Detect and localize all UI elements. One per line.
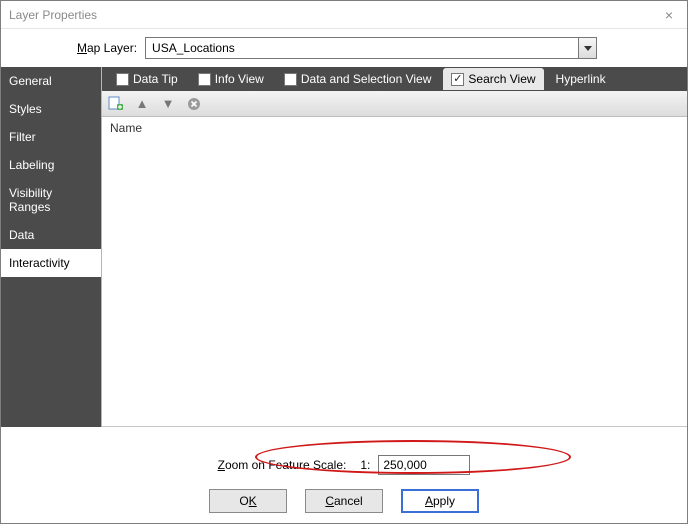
- list-toolbar: ▲ ▼: [102, 91, 687, 117]
- tab-hyperlink[interactable]: Hyperlink: [548, 68, 614, 90]
- sidebar-item-general[interactable]: General: [1, 67, 101, 95]
- window-title: Layer Properties: [9, 8, 97, 22]
- checkbox-info-view[interactable]: [198, 73, 211, 86]
- tab-data-tip[interactable]: Data Tip: [108, 68, 186, 90]
- close-icon[interactable]: ×: [659, 7, 679, 23]
- sidebar-item-data[interactable]: Data: [1, 221, 101, 249]
- arrow-down-icon[interactable]: ▼: [160, 96, 176, 112]
- checkbox-data-tip[interactable]: [116, 73, 129, 86]
- sidebar: General Styles Filter Labeling Visibilit…: [1, 67, 101, 427]
- map-layer-combo[interactable]: USA_Locations: [145, 37, 597, 59]
- zoom-scale-input[interactable]: [378, 455, 470, 475]
- apply-button[interactable]: Apply: [401, 489, 479, 513]
- dialog-buttons: OK Cancel Apply: [1, 489, 687, 523]
- map-layer-value: USA_Locations: [146, 41, 578, 55]
- bottom-area: Zoom on Feature Scale: 1: OK Cancel Appl…: [1, 427, 687, 523]
- add-icon[interactable]: [108, 96, 124, 112]
- delete-icon[interactable]: [186, 96, 202, 112]
- sidebar-item-labeling[interactable]: Labeling: [1, 151, 101, 179]
- list-column-header: Name: [102, 117, 687, 139]
- sidebar-item-styles[interactable]: Styles: [1, 95, 101, 123]
- arrow-up-icon[interactable]: ▲: [134, 96, 150, 112]
- sidebar-item-filter[interactable]: Filter: [1, 123, 101, 151]
- chevron-down-icon[interactable]: [578, 38, 596, 58]
- main-panel: Data Tip Info View Data and Selection Vi…: [101, 67, 687, 427]
- checkbox-data-selection-view[interactable]: [284, 73, 297, 86]
- tab-data-selection-view[interactable]: Data and Selection View: [276, 68, 440, 90]
- tabstrip: Data Tip Info View Data and Selection Vi…: [102, 67, 687, 91]
- ok-button[interactable]: OK: [209, 489, 287, 513]
- tab-info-view[interactable]: Info View: [190, 68, 272, 90]
- sidebar-item-visibility-ranges[interactable]: Visibility Ranges: [1, 179, 101, 221]
- sidebar-item-interactivity[interactable]: Interactivity: [1, 249, 101, 277]
- zoom-ratio-prefix: 1:: [360, 458, 370, 472]
- zoom-label: Zoom on Feature Scale:: [218, 458, 347, 472]
- tab-search-view[interactable]: Search View: [443, 68, 543, 90]
- map-layer-row: Map Layer: USA_Locations: [1, 29, 687, 67]
- zoom-row: Zoom on Feature Scale: 1:: [1, 451, 687, 489]
- list-area[interactable]: Name: [102, 117, 687, 427]
- cancel-button[interactable]: Cancel: [305, 489, 383, 513]
- map-layer-label: Map Layer:: [77, 41, 137, 55]
- checkbox-search-view[interactable]: [451, 73, 464, 86]
- titlebar: Layer Properties ×: [1, 1, 687, 29]
